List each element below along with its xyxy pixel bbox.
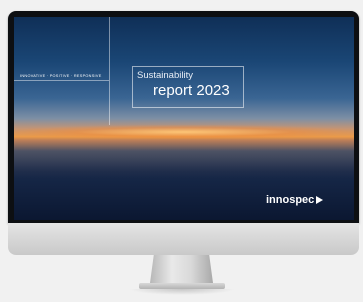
monitor-chin: [8, 223, 359, 255]
report-title-line2: report 2023: [153, 82, 230, 99]
report-tagline: INNOVATIVE · POSITIVE · RESPONSIVE: [20, 74, 102, 78]
brand-name: innospec: [266, 194, 315, 206]
screen-display: INNOVATIVE · POSITIVE · RESPONSIVE Susta…: [14, 17, 354, 220]
frame-line-horizontal: [14, 80, 109, 81]
report-title-line1: Sustainability: [137, 70, 193, 81]
report-title-box: Sustainability report 2023: [132, 66, 244, 108]
stand-shadow: [129, 289, 235, 295]
horizon-glow: [14, 125, 354, 139]
frame-line-vertical: [109, 17, 110, 125]
water-reflection: [14, 139, 354, 179]
monitor-stand-neck: [150, 255, 213, 283]
brand-logo: innospec: [266, 194, 324, 206]
play-arrow-icon: [316, 196, 324, 204]
